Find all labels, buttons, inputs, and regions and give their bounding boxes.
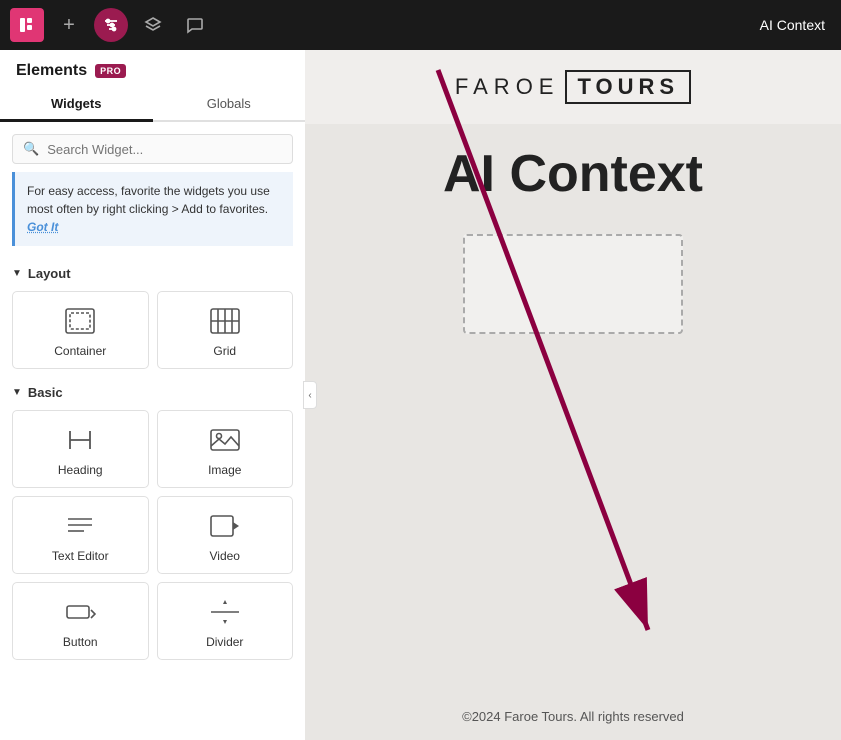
search-box: 🔍 <box>12 134 293 164</box>
divider-label: Divider <box>206 635 243 649</box>
context-text: AI Context <box>760 17 825 33</box>
site-footer: ©2024 Faroe Tours. All rights reserved <box>305 693 841 740</box>
basic-chevron: ▼ <box>12 387 22 398</box>
collapse-handle[interactable]: ‹ <box>303 381 317 409</box>
layout-section-header[interactable]: ▼ Layout <box>0 258 305 287</box>
image-label: Image <box>208 463 241 477</box>
search-input[interactable] <box>47 142 282 157</box>
tab-widgets[interactable]: Widgets <box>0 88 153 122</box>
grid-label: Grid <box>213 344 236 358</box>
site-logo: FAROE TOURS <box>455 70 691 104</box>
divider-icon <box>207 597 243 627</box>
text-editor-icon <box>62 511 98 541</box>
sidebar-title: Elements <box>16 62 87 80</box>
site-main: AI Context <box>305 124 841 693</box>
site-page-title: AI Context <box>443 144 703 204</box>
heading-icon <box>62 425 98 455</box>
widget-button[interactable]: Button <box>12 582 149 660</box>
basic-label: Basic <box>28 385 63 400</box>
footer-text: ©2024 Faroe Tours. All rights reserved <box>462 709 684 724</box>
sidebar: Elements PRO Widgets Globals 🔍 For easy … <box>0 50 305 740</box>
container-label: Container <box>54 344 106 358</box>
filter-button[interactable] <box>94 8 128 42</box>
widget-container[interactable]: Container <box>12 291 149 369</box>
widget-image[interactable]: Image <box>157 410 294 488</box>
pro-badge: PRO <box>95 64 126 78</box>
video-icon <box>207 511 243 541</box>
site-header: FAROE TOURS <box>305 50 841 124</box>
main-content: Elements PRO Widgets Globals 🔍 For easy … <box>0 50 841 740</box>
widget-grid[interactable]: Grid <box>157 291 294 369</box>
website-frame: FAROE TOURS AI Context ©2024 Faroe Tours… <box>305 50 841 740</box>
layout-label: Layout <box>28 266 71 281</box>
layout-widgets-grid: Container Grid <box>0 287 305 377</box>
video-label: Video <box>210 549 240 563</box>
container-icon <box>62 306 98 336</box>
add-button[interactable]: + <box>52 8 86 42</box>
layout-chevron: ▼ <box>12 268 22 279</box>
widget-video[interactable]: Video <box>157 496 294 574</box>
image-icon <box>207 425 243 455</box>
widget-heading[interactable]: Heading <box>12 410 149 488</box>
tab-globals[interactable]: Globals <box>153 88 306 122</box>
button-icon <box>62 597 98 627</box>
elementor-logo-button[interactable] <box>10 8 44 42</box>
grid-icon <box>207 306 243 336</box>
heading-label: Heading <box>58 463 103 477</box>
site-name-part2: TOURS <box>565 70 691 104</box>
basic-section-header[interactable]: ▼ Basic <box>0 377 305 406</box>
widget-text-editor[interactable]: Text Editor <box>12 496 149 574</box>
hint-text: For easy access, favorite the widgets yo… <box>27 184 270 216</box>
tabs-row: Widgets Globals <box>0 88 305 122</box>
basic-widgets-grid: Heading Image <box>0 406 305 668</box>
layers-button[interactable] <box>136 8 170 42</box>
sidebar-header: Elements PRO <box>0 50 305 80</box>
comments-button[interactable] <box>178 8 212 42</box>
canvas-area: FAROE TOURS AI Context ©2024 Faroe Tours… <box>305 50 841 740</box>
top-bar: + AI Context <box>0 0 841 50</box>
site-name-part1: FAROE <box>455 74 560 100</box>
text-editor-label: Text Editor <box>52 549 109 563</box>
hint-box: For easy access, favorite the widgets yo… <box>12 172 293 246</box>
search-icon: 🔍 <box>23 141 39 157</box>
got-it-link[interactable]: Got It <box>27 220 58 234</box>
button-label: Button <box>63 635 98 649</box>
widget-divider[interactable]: Divider <box>157 582 294 660</box>
context-label: AI Context <box>760 0 841 50</box>
placeholder-widget <box>463 234 683 334</box>
